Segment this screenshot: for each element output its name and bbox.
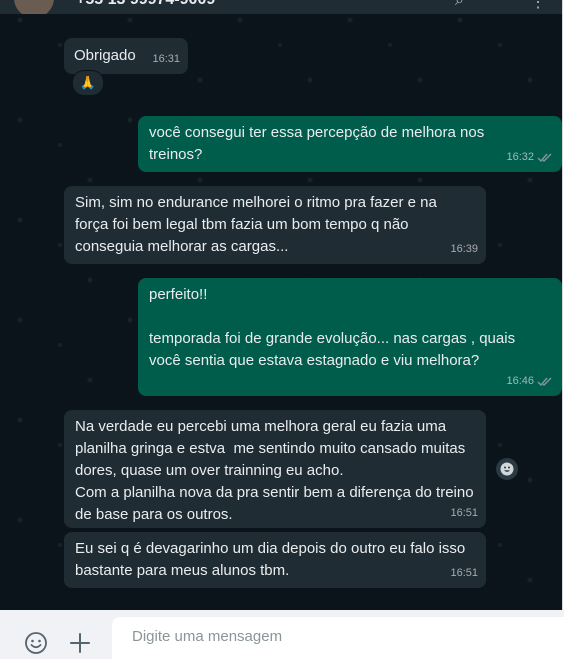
read-receipt-icon xyxy=(537,377,552,386)
search-icon[interactable]: ⌕ xyxy=(455,0,464,10)
message-text: Sim, sim no endurance melhorei o ritmo p… xyxy=(75,194,442,255)
emoji-icon xyxy=(25,632,47,654)
message-meta: 16:51 xyxy=(450,562,478,584)
read-receipt-icon xyxy=(537,153,552,162)
message-meta: 16:46 xyxy=(506,370,554,392)
message-bubble-incoming[interactable]: Sim, sim no endurance melhorei o ritmo p… xyxy=(64,186,486,264)
smiley-react-icon xyxy=(500,462,514,476)
message-reaction[interactable]: 🙏 xyxy=(72,70,104,96)
message-input[interactable]: Digite uma mensagem xyxy=(112,617,564,659)
message-bubble-incoming[interactable]: Na verdade eu percebi uma melhora geral … xyxy=(64,410,486,528)
avatar[interactable] xyxy=(14,0,54,14)
message-time: 16:51 xyxy=(450,567,478,579)
message-meta: 16:31 xyxy=(152,48,180,70)
message-time: 16:51 xyxy=(450,507,478,519)
message-bubble-incoming[interactable]: Obrigado 16:31 xyxy=(64,38,188,74)
attach-button[interactable] xyxy=(68,631,92,655)
contact-name[interactable]: +55 13 99974-9009 xyxy=(76,0,215,9)
menu-icon[interactable]: ⋮ xyxy=(530,0,546,12)
message-text: perfeito!! temporada foi de grande evolu… xyxy=(149,286,516,369)
chat-header: +55 13 99974-9009 ⌕ ⋮ xyxy=(0,0,562,14)
message-meta: 16:39 xyxy=(450,238,478,260)
message-time: 16:46 xyxy=(506,375,534,387)
message-meta: 16:51 xyxy=(450,502,478,524)
chat-panel: +55 13 99974-9009 ⌕ ⋮ Obrigado 16:31 🙏 v… xyxy=(0,0,563,610)
message-meta: 16:32 xyxy=(506,146,554,168)
emoji-button[interactable] xyxy=(24,631,48,655)
message-bubble-outgoing[interactable]: você consegui ter essa percepção de melh… xyxy=(138,116,562,172)
prayer-hands-icon: 🙏 xyxy=(79,75,97,90)
message-time: 16:39 xyxy=(450,243,478,255)
message-bubble-incoming[interactable]: Eu sei q é devagarinho um dia depois do … xyxy=(64,532,486,588)
message-time: 16:32 xyxy=(506,151,534,163)
plus-icon xyxy=(70,633,90,653)
message-time: 16:31 xyxy=(152,53,180,65)
message-input-placeholder: Digite uma mensagem xyxy=(132,628,283,645)
message-text: Eu sei q é devagarinho um dia depois do … xyxy=(75,540,470,579)
message-text: Na verdade eu percebi uma melhora geral … xyxy=(75,418,474,523)
whatsapp-window: +55 13 99974-9009 ⌕ ⋮ Obrigado 16:31 🙏 v… xyxy=(0,0,564,659)
react-button[interactable] xyxy=(496,458,518,480)
message-text: Obrigado xyxy=(74,47,136,64)
message-bubble-outgoing[interactable]: perfeito!! temporada foi de grande evolu… xyxy=(138,278,562,396)
message-text: você consegui ter essa percepção de melh… xyxy=(149,124,489,163)
